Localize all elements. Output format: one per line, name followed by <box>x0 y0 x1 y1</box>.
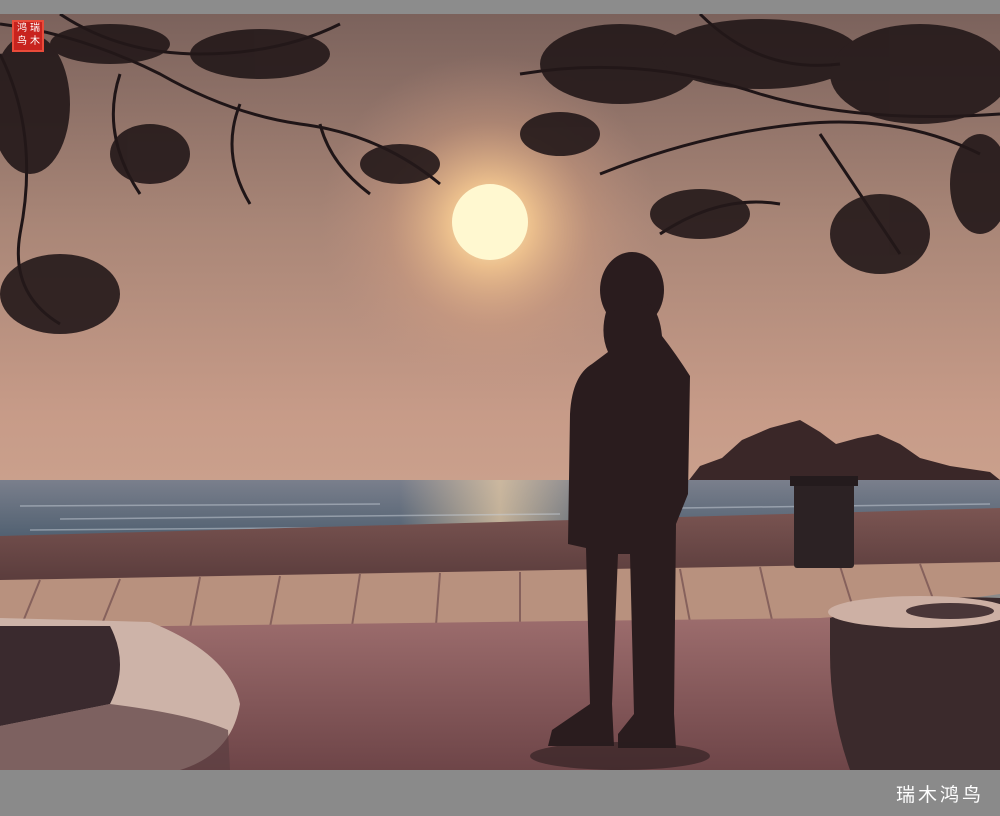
watermark-caption: 瑞木鸿鸟 <box>895 784 984 806</box>
red-seal-stamp: 瑞 木 鸿 鸟 <box>12 20 44 52</box>
sunset-photo <box>0 14 1000 770</box>
sun <box>452 184 528 260</box>
frame-top-border <box>0 0 1000 14</box>
frame-bottom-border <box>0 770 1000 816</box>
trash-bin <box>794 478 854 568</box>
person-shadow <box>530 742 710 770</box>
